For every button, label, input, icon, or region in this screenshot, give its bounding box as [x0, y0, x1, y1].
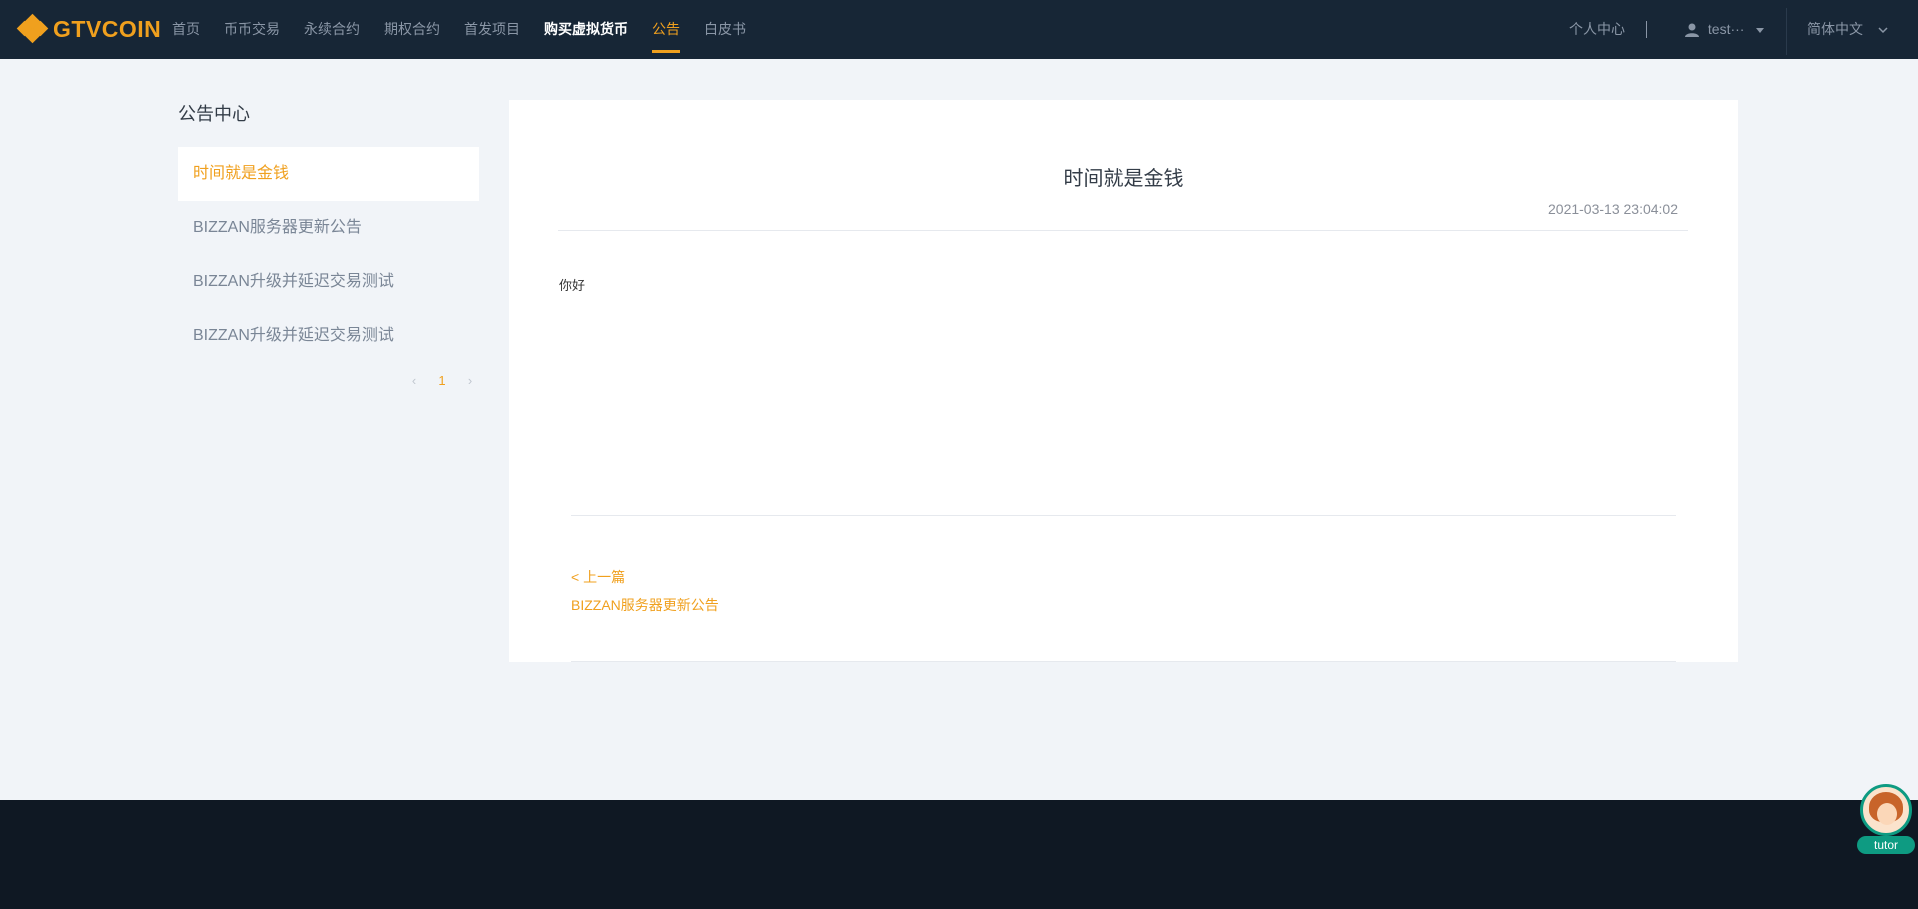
prev-article-title[interactable]: BIZZAN服务器更新公告: [571, 595, 719, 615]
nav-perpetual-contract[interactable]: 永续合约: [304, 0, 360, 59]
user-menu[interactable]: test···: [1684, 0, 1765, 59]
nav-buy-crypto[interactable]: 购买虚拟货币: [544, 0, 628, 59]
tutor-widget[interactable]: tutor: [1857, 784, 1915, 856]
user-icon: [1685, 23, 1699, 38]
language-selector[interactable]: 简体中文: [1807, 0, 1889, 59]
announcement-item[interactable]: BIZZAN服务器更新公告: [178, 201, 479, 255]
tutor-avatar-icon: [1860, 784, 1912, 836]
header-divider-2: [1786, 8, 1787, 55]
chevron-down-icon: [1878, 27, 1888, 34]
prev-article-link[interactable]: < 上一篇: [571, 567, 625, 587]
nav-options-contract[interactable]: 期权合约: [384, 0, 440, 59]
prev-page-icon[interactable]: ‹: [400, 373, 428, 388]
announcement-list: 时间就是金钱 BIZZAN服务器更新公告 BIZZAN升级并延迟交易测试 BIZ…: [178, 147, 479, 363]
language-label: 简体中文: [1807, 21, 1863, 37]
diamond-logo-icon: [16, 13, 49, 44]
article-body: 你好: [559, 278, 586, 293]
gtvcoin-logo[interactable]: GTVCOIN: [16, 13, 162, 44]
announcement-item[interactable]: BIZZAN升级并延迟交易测试: [178, 309, 479, 363]
top-navigation-bar: GTVCOIN 首页 币币交易 永续合约 期权合约 首发项目 购买虚拟货币 公告…: [0, 0, 1918, 59]
announcement-center-title: 公告中心: [178, 104, 250, 124]
nav-spot-trading[interactable]: 币币交易: [224, 0, 280, 59]
personal-center-link[interactable]: 个人中心: [1569, 0, 1625, 59]
caret-down-icon: [1756, 27, 1765, 33]
nav-divider: [571, 661, 1676, 662]
title-divider: [558, 230, 1688, 231]
article-date: 2021-03-13 23:04:02: [1548, 201, 1678, 217]
next-page-icon[interactable]: ›: [456, 373, 484, 388]
nav-launch-projects[interactable]: 首发项目: [464, 0, 520, 59]
logo-text: GTVCOIN: [53, 15, 162, 42]
page-number[interactable]: 1: [428, 373, 456, 388]
user-name: test···: [1707, 21, 1745, 37]
nav-home[interactable]: 首页: [172, 0, 200, 59]
header-divider: [1646, 21, 1647, 38]
body-divider: [571, 515, 1676, 516]
nav-announcements[interactable]: 公告: [652, 0, 680, 59]
main-nav: 首页 币币交易 永续合约 期权合约 首发项目 购买虚拟货币 公告 白皮书: [172, 0, 770, 59]
article-title: 时间就是金钱: [1063, 168, 1184, 190]
tutor-label: tutor: [1857, 836, 1915, 854]
announcement-item[interactable]: 时间就是金钱: [178, 147, 479, 201]
announcement-item[interactable]: BIZZAN升级并延迟交易测试: [178, 255, 479, 309]
nav-whitepaper[interactable]: 白皮书: [704, 0, 746, 59]
footer: [0, 800, 1918, 909]
pagination: ‹ 1 ›: [400, 373, 484, 388]
article-card: 时间就是金钱 2021-03-13 23:04:02 你好 < 上一篇 BIZZ…: [509, 100, 1738, 662]
